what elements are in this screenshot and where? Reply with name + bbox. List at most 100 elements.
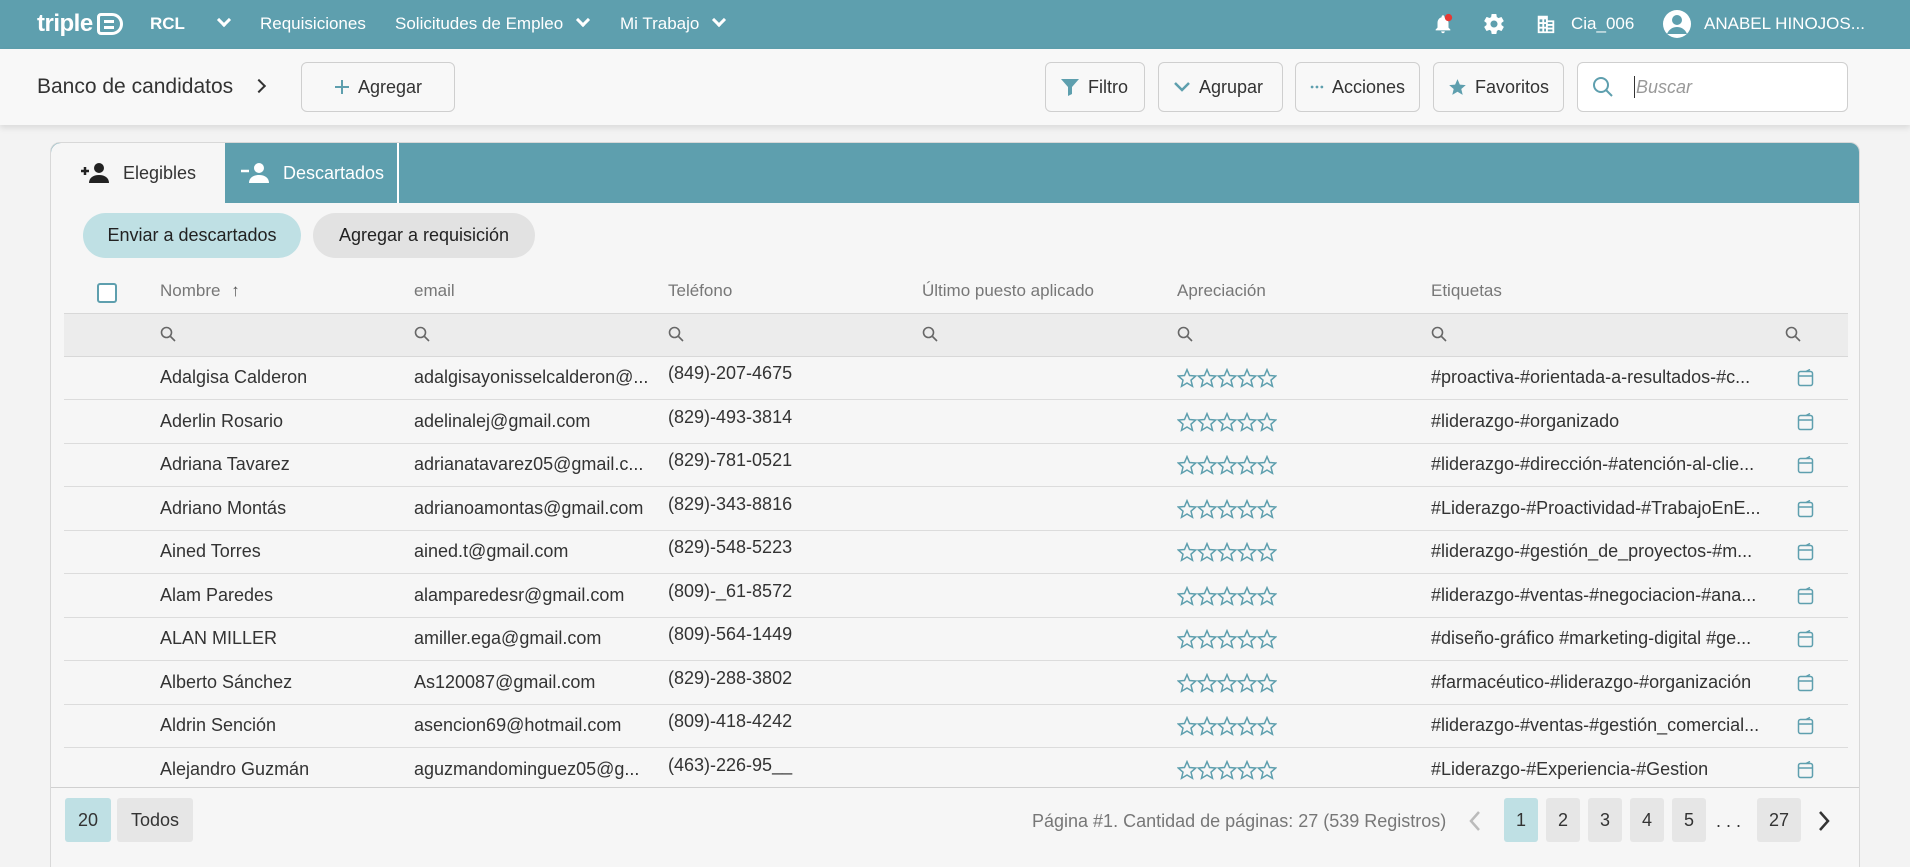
rating-stars[interactable] xyxy=(1177,585,1277,606)
star-outline-icon[interactable] xyxy=(1197,629,1217,649)
app-logo[interactable]: triple xyxy=(37,10,123,38)
filter-search-icon[interactable] xyxy=(1431,326,1447,342)
next-page-icon[interactable] xyxy=(1817,810,1831,832)
add-button[interactable]: Agregar xyxy=(301,62,455,112)
star-outline-icon[interactable] xyxy=(1237,672,1257,693)
star-outline-icon[interactable] xyxy=(1217,368,1237,388)
nav-solicitudes[interactable]: Solicitudes de Empleo xyxy=(395,12,591,34)
star-outline-icon[interactable] xyxy=(1177,455,1197,475)
tab-descartados[interactable]: Descartados xyxy=(225,143,399,203)
table-row[interactable]: Adalgisa Calderon adalgisayonisselcaldero… xyxy=(64,357,1848,400)
star-outline-icon[interactable] xyxy=(1197,759,1217,780)
star-outline-icon[interactable] xyxy=(1237,629,1257,649)
notification-bell-icon[interactable] xyxy=(1432,13,1454,35)
column-header-telefono[interactable]: Teléfono xyxy=(668,281,732,301)
star-outline-icon[interactable] xyxy=(1177,759,1197,780)
nav-requisiciones[interactable]: Requisiciones xyxy=(260,14,366,34)
add-to-requisition-button[interactable]: Agregar a requisición xyxy=(313,213,535,258)
edit-form-icon[interactable] xyxy=(1797,456,1815,474)
star-outline-icon[interactable] xyxy=(1257,455,1277,475)
star-outline-icon[interactable] xyxy=(1217,759,1237,780)
column-header-apreciacion[interactable]: Apreciación xyxy=(1177,281,1266,301)
column-header-ultimo-puesto[interactable]: Último puesto aplicado xyxy=(922,281,1094,301)
star-outline-icon[interactable] xyxy=(1177,498,1197,519)
edit-form-icon[interactable] xyxy=(1797,369,1815,387)
star-outline-icon[interactable] xyxy=(1177,629,1197,649)
filter-search-icon[interactable] xyxy=(414,326,430,342)
star-outline-icon[interactable] xyxy=(1237,411,1257,432)
edit-form-icon[interactable] xyxy=(1797,499,1815,518)
star-outline-icon[interactable] xyxy=(1217,629,1237,649)
star-outline-icon[interactable] xyxy=(1197,585,1217,606)
page-size-20[interactable]: 20 xyxy=(65,798,111,842)
edit-form-icon[interactable] xyxy=(1797,412,1815,431)
search-box[interactable] xyxy=(1577,62,1848,112)
star-outline-icon[interactable] xyxy=(1177,585,1197,606)
user-avatar-icon[interactable] xyxy=(1662,9,1692,39)
filter-search-icon[interactable] xyxy=(160,326,176,342)
filter-search-icon[interactable] xyxy=(1177,326,1193,342)
edit-form-icon[interactable] xyxy=(1797,717,1815,735)
star-outline-icon[interactable] xyxy=(1257,498,1277,519)
select-all-checkbox[interactable] xyxy=(97,283,117,303)
org-selector[interactable]: Cia_006 xyxy=(1571,14,1634,34)
send-to-discarded-button[interactable]: Enviar a descartados xyxy=(83,213,301,258)
star-outline-icon[interactable] xyxy=(1197,498,1217,519)
star-outline-icon[interactable] xyxy=(1177,411,1197,432)
group-button[interactable]: Agrupar xyxy=(1158,62,1283,112)
filter-button[interactable]: Filtro xyxy=(1045,62,1145,112)
page-size-all[interactable]: Todos xyxy=(117,798,193,842)
table-row[interactable]: Aderlin Rosario adelinalej@gmail.com (829)… xyxy=(64,400,1848,444)
star-outline-icon[interactable] xyxy=(1237,455,1257,475)
search-input[interactable] xyxy=(1636,76,1836,98)
rating-stars[interactable] xyxy=(1177,629,1277,649)
rating-stars[interactable] xyxy=(1177,455,1277,475)
column-header-etiquetas[interactable]: Etiquetas xyxy=(1431,281,1502,301)
page-button-4[interactable]: 4 xyxy=(1630,798,1664,842)
user-menu[interactable]: ANABEL HINOJOS... xyxy=(1704,14,1865,34)
page-button-2[interactable]: 2 xyxy=(1546,798,1580,842)
star-outline-icon[interactable] xyxy=(1257,672,1277,693)
filter-search-icon[interactable] xyxy=(922,326,938,342)
star-outline-icon[interactable] xyxy=(1257,411,1277,432)
star-outline-icon[interactable] xyxy=(1217,411,1237,432)
rating-stars[interactable] xyxy=(1177,368,1277,388)
table-row[interactable]: Ained Torres ained.t@gmail.com (829)-548-5… xyxy=(64,531,1848,574)
table-row[interactable]: Adriano Montás adrianoamontas@gmail.com (8… xyxy=(64,487,1848,531)
company-menu[interactable]: RCL xyxy=(150,12,232,34)
rating-stars[interactable] xyxy=(1177,498,1277,519)
table-row[interactable]: Alam Paredes alamparedesr@gmail.com (809)-… xyxy=(64,574,1848,618)
page-button-5[interactable]: 5 xyxy=(1672,798,1706,842)
star-outline-icon[interactable] xyxy=(1257,716,1277,736)
star-outline-icon[interactable] xyxy=(1197,716,1217,736)
star-outline-icon[interactable] xyxy=(1217,585,1237,606)
table-row[interactable]: Aldrin Sención asencion69@hotmail.com (809… xyxy=(64,705,1848,748)
star-outline-icon[interactable] xyxy=(1257,585,1277,606)
star-outline-icon[interactable] xyxy=(1257,629,1277,649)
page-button-3[interactable]: 3 xyxy=(1588,798,1622,842)
table-row[interactable]: Adriana Tavarez adrianatavarez05@gmail.c.… xyxy=(64,444,1848,487)
star-outline-icon[interactable] xyxy=(1257,759,1277,780)
page-button-1[interactable]: 1 xyxy=(1504,798,1538,842)
favorites-button[interactable]: Favoritos xyxy=(1433,62,1564,112)
gear-icon[interactable] xyxy=(1482,12,1506,36)
star-outline-icon[interactable] xyxy=(1217,542,1237,562)
star-outline-icon[interactable] xyxy=(1237,542,1257,562)
tab-elegibles[interactable]: Elegibles xyxy=(51,143,225,203)
table-row[interactable]: Alberto Sánchez As120087@gmail.com (829)-2… xyxy=(64,661,1848,705)
rating-stars[interactable] xyxy=(1177,759,1277,780)
filter-search-icon[interactable] xyxy=(668,326,684,342)
star-outline-icon[interactable] xyxy=(1237,368,1257,388)
star-outline-icon[interactable] xyxy=(1177,716,1197,736)
table-row[interactable]: Alejandro Guzmán aguzmandominguez05@g... (… xyxy=(64,748,1848,792)
edit-form-icon[interactable] xyxy=(1797,630,1815,648)
star-outline-icon[interactable] xyxy=(1177,368,1197,388)
prev-page-icon[interactable] xyxy=(1468,810,1482,832)
rating-stars[interactable] xyxy=(1177,411,1277,432)
actions-button[interactable]: Acciones xyxy=(1295,62,1420,112)
star-outline-icon[interactable] xyxy=(1257,542,1277,562)
star-outline-icon[interactable] xyxy=(1197,455,1217,475)
star-outline-icon[interactable] xyxy=(1197,672,1217,693)
star-outline-icon[interactable] xyxy=(1217,455,1237,475)
star-outline-icon[interactable] xyxy=(1237,585,1257,606)
